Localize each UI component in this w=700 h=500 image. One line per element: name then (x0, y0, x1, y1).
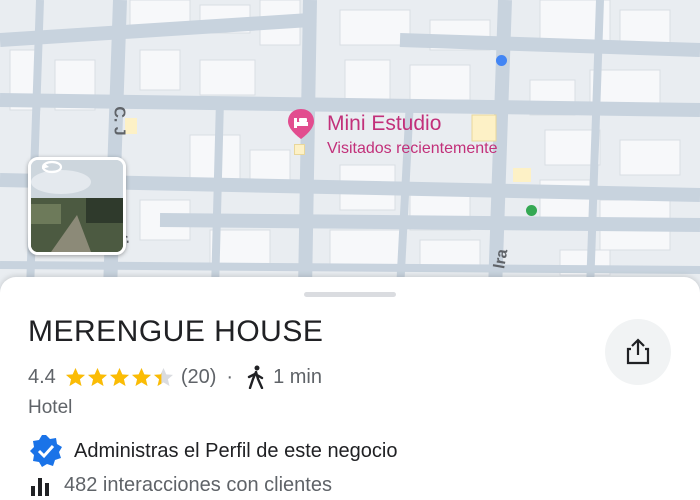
street-label-3: lra (491, 247, 512, 271)
business-profile-text: Administras el Perfil de este negocio (74, 439, 398, 462)
drag-handle[interactable] (304, 292, 396, 297)
walk-time: 1 min (273, 365, 322, 388)
business-profile-row[interactable]: Administras el Perfil de este negocio (28, 433, 398, 469)
rating-row[interactable]: 4.4 (20) · 1 min (28, 363, 322, 391)
place-name: MERENGUE HOUSE (28, 315, 324, 348)
place-category: Hotel (28, 397, 73, 418)
separator-dot: · (226, 365, 234, 388)
green-poi-dot[interactable] (526, 205, 537, 216)
bed-pin-icon[interactable] (284, 107, 318, 155)
star-icon (87, 367, 107, 386)
interactions-row[interactable]: 482 interacciones con clientes (30, 474, 332, 497)
blue-location-dot[interactable] (496, 55, 507, 66)
rotate-360-icon (41, 160, 63, 174)
rating-value: 4.4 (28, 365, 56, 388)
pin-subtitle: Visitados recientemente (327, 140, 498, 157)
pin-title[interactable]: Mini Estudio (327, 112, 441, 136)
review-count[interactable]: (20) (181, 366, 217, 389)
street-view-thumbnail[interactable] (28, 157, 126, 255)
place-details-sheet[interactable]: MERENGUE HOUSE 4.4 (20) · 1 min Hotel Ad… (0, 277, 700, 500)
verified-badge-icon (30, 435, 62, 467)
map-view[interactable]: C. J ti lra Mini Estudio Visitados recie… (0, 0, 700, 290)
walking-icon (247, 365, 264, 389)
star-icon (131, 367, 151, 386)
share-button[interactable] (605, 319, 671, 385)
star-rating (65, 367, 175, 388)
star-icon (153, 367, 173, 386)
star-icon (65, 367, 85, 386)
star-icon (109, 367, 129, 386)
share-icon (626, 338, 650, 365)
interactions-text: 482 interacciones con clientes (64, 474, 332, 496)
bar-chart-icon (31, 477, 49, 496)
street-label-1: C. J (110, 106, 128, 136)
